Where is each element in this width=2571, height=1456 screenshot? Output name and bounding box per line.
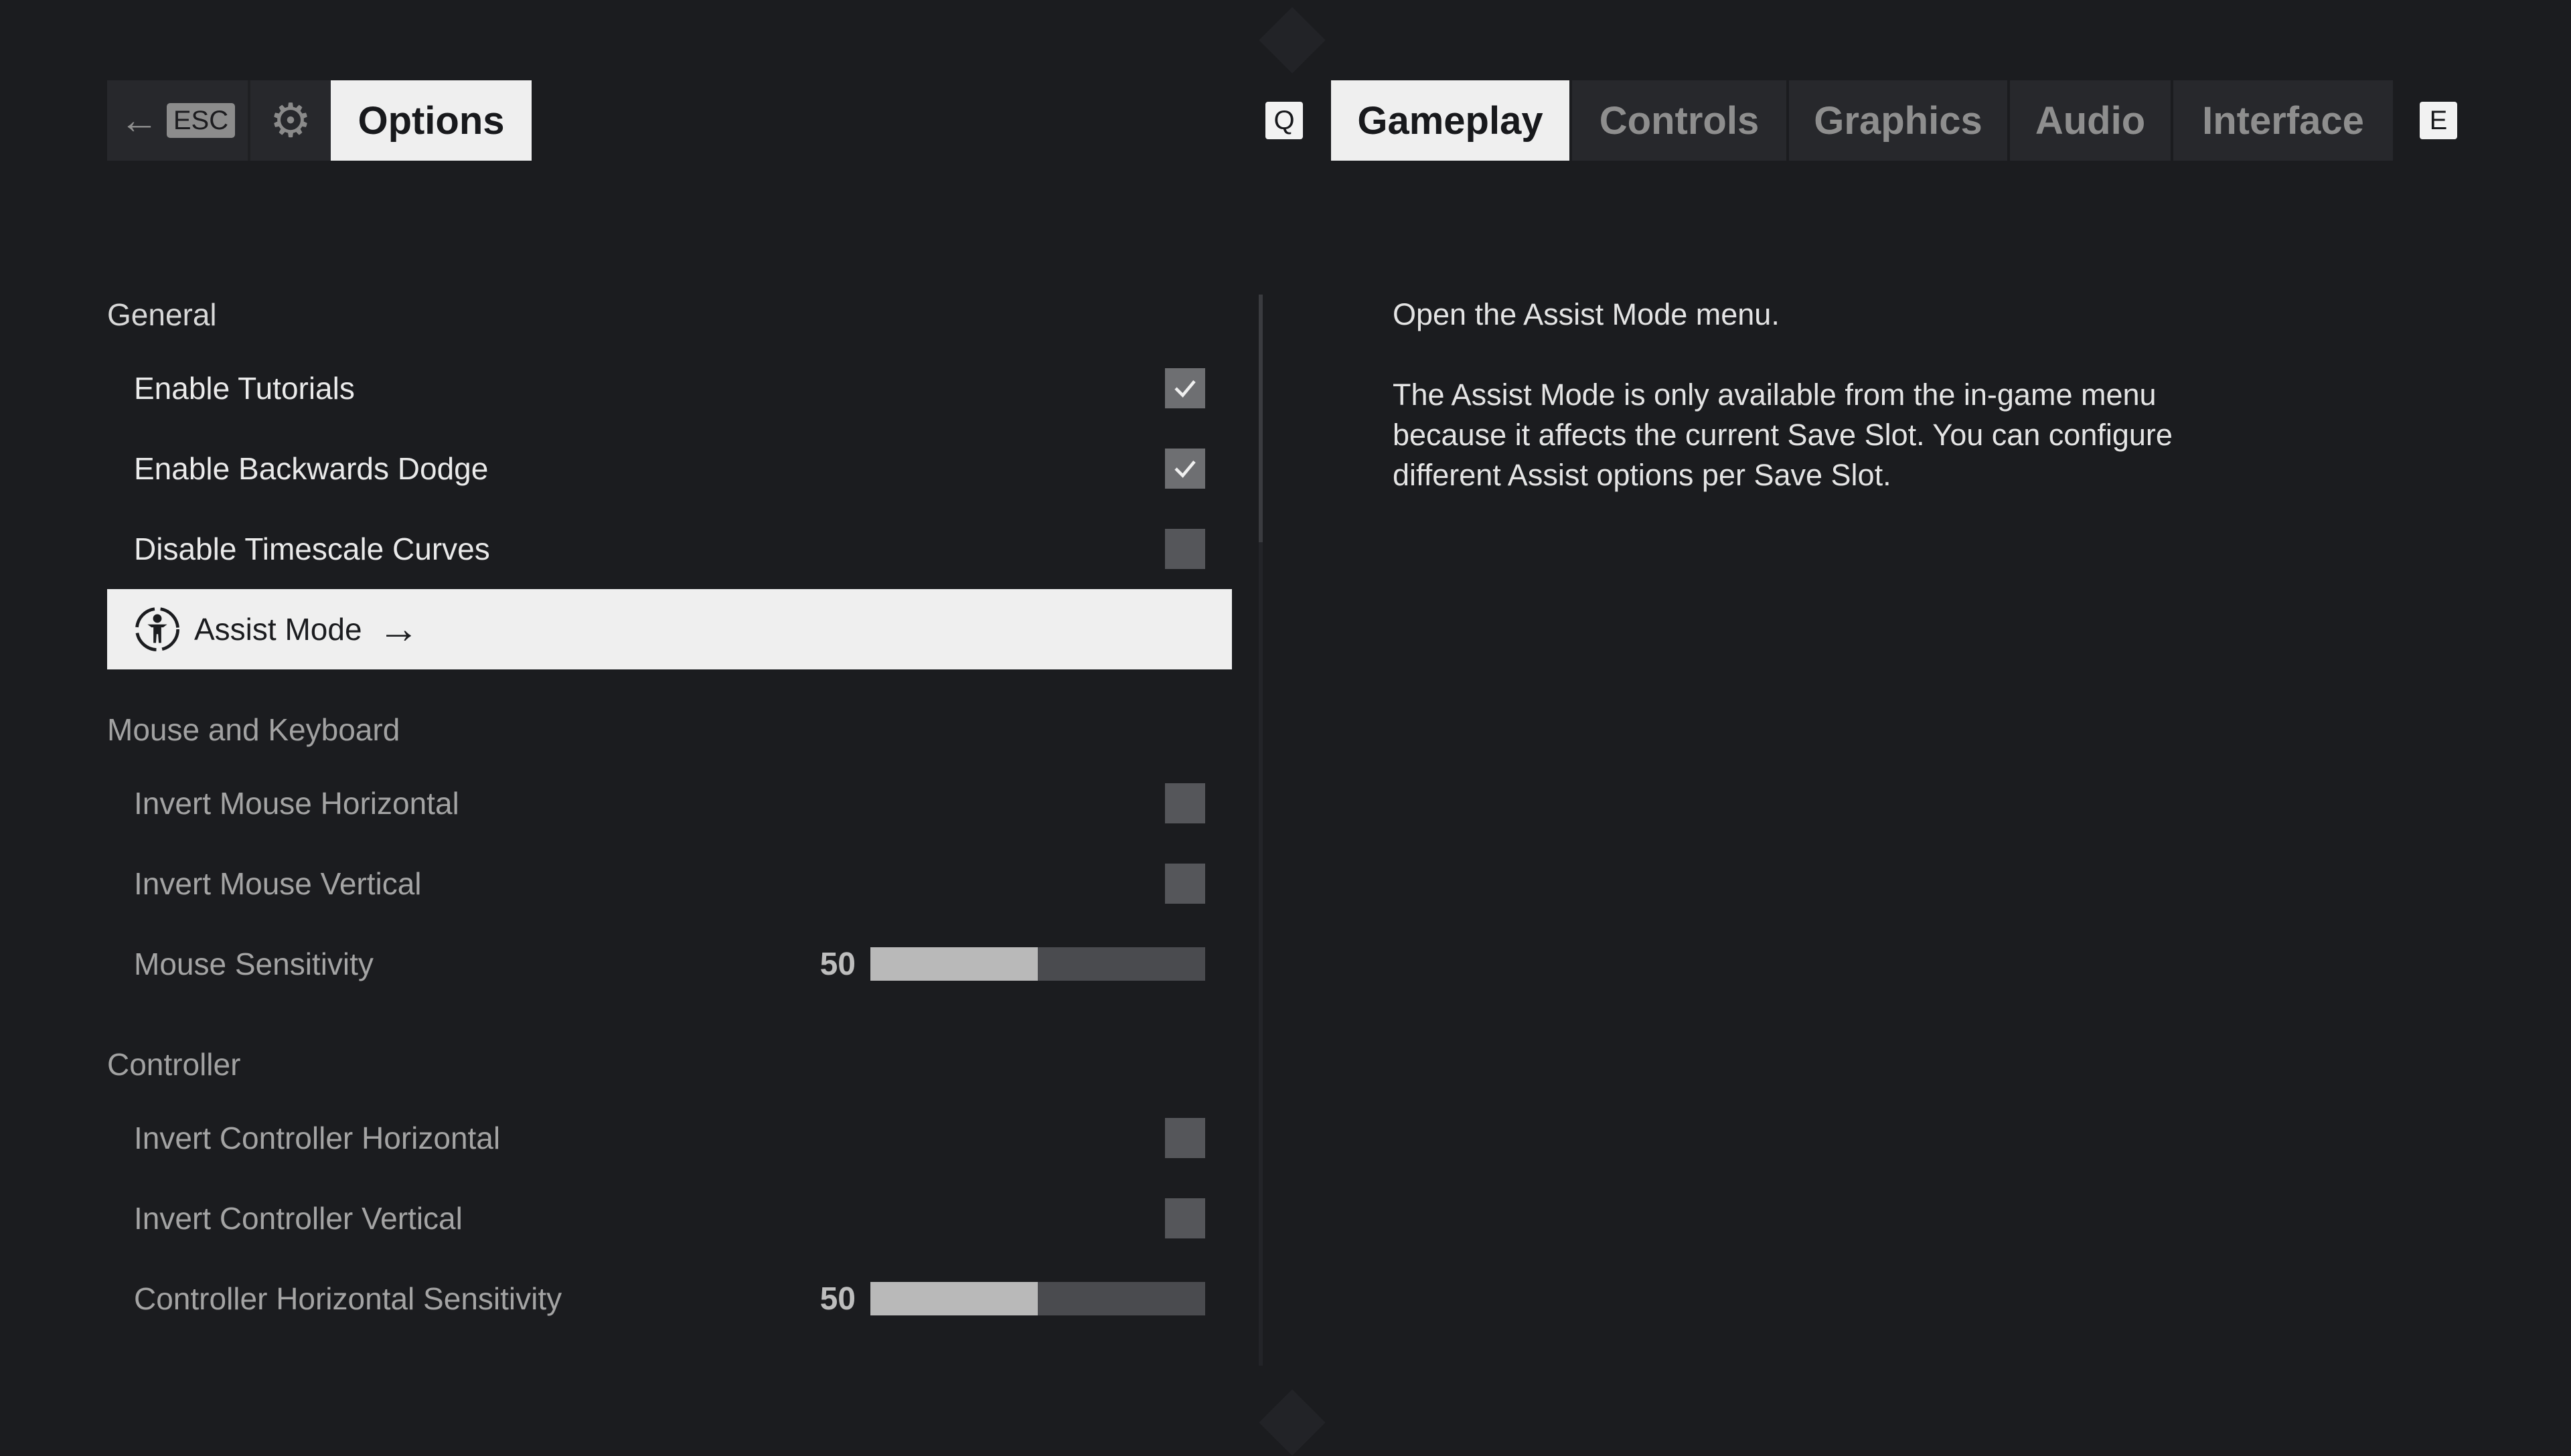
setting-label: Enable Tutorials (134, 371, 355, 406)
slider-fill (870, 947, 1038, 981)
slider-fill (870, 1282, 1038, 1315)
setting-label: Controller Horizontal Sensitivity (134, 1281, 562, 1316)
prev-tab-key-hint[interactable]: Q (1265, 102, 1303, 139)
next-tab-key-hint[interactable]: E (2420, 102, 2457, 139)
section-title-controller: Controller (107, 1047, 241, 1082)
scrollbar-thumb[interactable] (1259, 295, 1263, 542)
slider-value: 50 (820, 1281, 856, 1317)
setting-label: Mouse Sensitivity (134, 947, 374, 981)
setting-invert-mouse-vertical[interactable]: Invert Mouse Vertical (107, 843, 1232, 924)
setting-disable-timescale-curves[interactable]: Disable Timescale Curves (107, 509, 1232, 589)
setting-label: Invert Mouse Vertical (134, 866, 422, 901)
description-details: The Assist Mode is only available from t… (1393, 378, 2173, 492)
section-title-mouse-keyboard: Mouse and Keyboard (107, 712, 400, 747)
checkmark-icon (1174, 380, 1196, 398)
tab-controls[interactable]: Controls (1572, 80, 1786, 161)
enable-backwards-dodge-checkbox[interactable] (1165, 449, 1205, 489)
setting-label: Invert Controller Horizontal (134, 1121, 501, 1155)
setting-invert-controller-vertical[interactable]: Invert Controller Vertical (107, 1178, 1232, 1259)
mouse-sensitivity-slider[interactable] (870, 947, 1205, 981)
description-summary: Open the Assist Mode menu. (1393, 297, 1780, 331)
gear-icon: ⚙ (269, 94, 312, 147)
setting-controller-horizontal-sensitivity[interactable]: Controller Horizontal Sensitivity 50 (107, 1259, 1232, 1339)
setting-invert-mouse-horizontal[interactable]: Invert Mouse Horizontal (107, 763, 1232, 843)
section-title-general: General (107, 297, 217, 332)
assist-person-icon (135, 607, 179, 651)
description-panel: Open the Assist Mode menu. The Assist Mo… (1393, 295, 2196, 536)
back-arrow-icon: ← (119, 98, 159, 142)
tab-audio[interactable]: Audio (2010, 80, 2171, 161)
options-header: ← ESC ⚙ Options (107, 80, 532, 161)
invert-controller-vertical-checkbox[interactable] (1165, 1198, 1205, 1238)
setting-enable-tutorials[interactable]: Enable Tutorials (107, 348, 1232, 428)
settings-list: General Enable Tutorials Enable Backward… (107, 281, 1232, 1339)
setting-label: Enable Backwards Dodge (134, 451, 489, 486)
disable-timescale-curves-checkbox[interactable] (1165, 529, 1205, 569)
setting-invert-controller-horizontal[interactable]: Invert Controller Horizontal (107, 1098, 1232, 1178)
tab-gameplay[interactable]: Gameplay (1331, 80, 1569, 161)
setting-label: Invert Mouse Horizontal (134, 786, 459, 821)
scrollbar[interactable] (1259, 295, 1263, 1366)
checkmark-icon (1174, 461, 1196, 478)
setting-label: Invert Controller Vertical (134, 1201, 463, 1236)
invert-mouse-vertical-checkbox[interactable] (1165, 864, 1205, 904)
invert-mouse-horizontal-checkbox[interactable] (1165, 783, 1205, 823)
slider-value: 50 (820, 946, 856, 982)
setting-label: Assist Mode (194, 612, 362, 647)
esc-key-hint: ESC (166, 103, 236, 138)
back-button[interactable]: ← ESC (107, 80, 248, 161)
tab-interface[interactable]: Interface (2173, 80, 2393, 161)
tab-graphics[interactable]: Graphics (1789, 80, 2007, 161)
setting-enable-backwards-dodge[interactable]: Enable Backwards Dodge (107, 428, 1232, 509)
enable-tutorials-checkbox[interactable] (1165, 368, 1205, 408)
setting-assist-mode[interactable]: Assist Mode → (107, 589, 1232, 669)
setting-label: Disable Timescale Curves (134, 532, 490, 566)
arrow-right-icon: → (378, 606, 420, 652)
setting-mouse-sensitivity[interactable]: Mouse Sensitivity 50 (107, 924, 1232, 1004)
invert-controller-horizontal-checkbox[interactable] (1165, 1118, 1205, 1158)
background-decoration (1259, 7, 1326, 74)
page-title: Options (331, 80, 532, 161)
tab-bar: Gameplay Controls Graphics Audio Interfa… (1331, 80, 2393, 161)
controller-horizontal-sensitivity-slider[interactable] (870, 1282, 1205, 1315)
